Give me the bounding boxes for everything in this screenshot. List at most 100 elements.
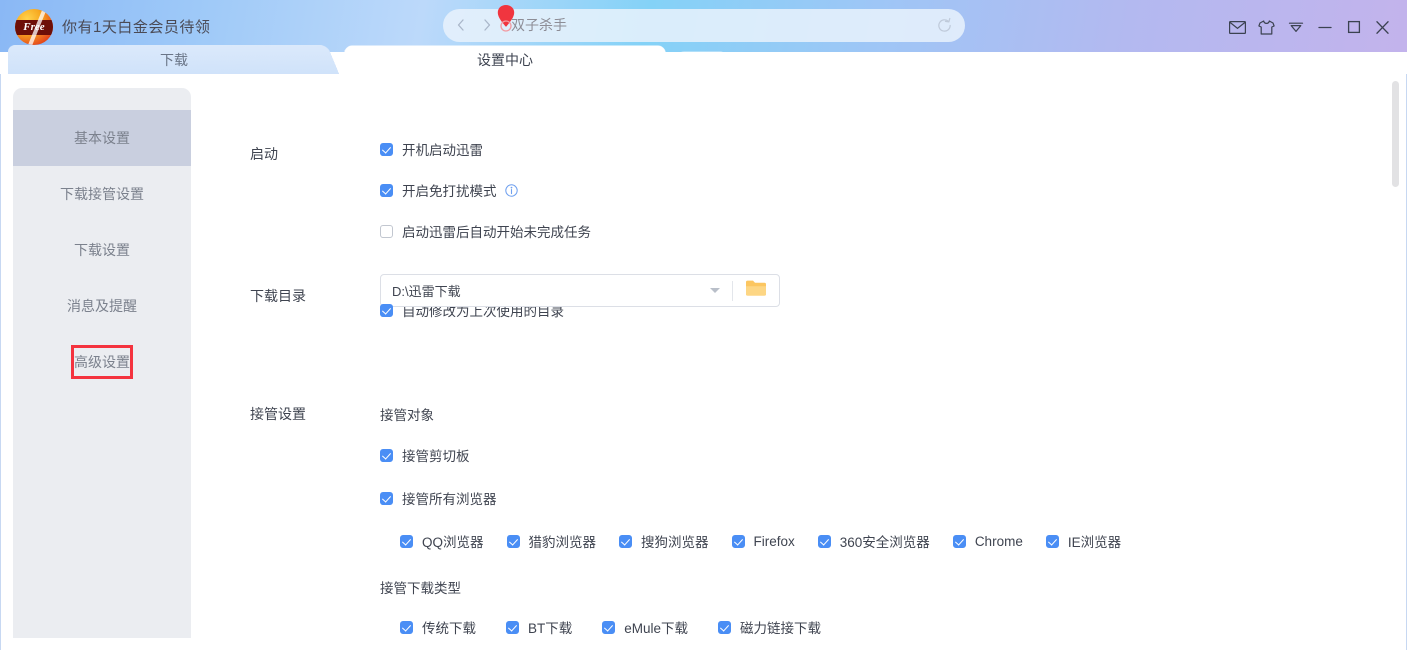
checkbox-type-traditional-label: 传统下载 bbox=[422, 617, 476, 637]
checkbox-browser-sogou[interactable]: 搜狗浏览器 bbox=[619, 531, 709, 551]
settings-form: 启动 开机启动迅雷 开启免打扰模式 启动 bbox=[201, 74, 1384, 650]
checkbox-type-bt-label: BT下载 bbox=[528, 617, 572, 637]
section-download-dir-label: 下载目录 bbox=[250, 286, 306, 306]
checkbox-type-emule-box[interactable] bbox=[602, 621, 615, 634]
maximize-button[interactable] bbox=[1339, 14, 1368, 40]
checkbox-type-emule-label: eMule下载 bbox=[624, 617, 688, 637]
download-type-row: 传统下载 BT下载 eMule下载 磁力链接下载 bbox=[400, 617, 1121, 637]
checkbox-browser-chrome-box[interactable] bbox=[953, 535, 966, 548]
checkbox-browser-360[interactable]: 360安全浏览器 bbox=[818, 531, 930, 551]
checkbox-browser-liebao[interactable]: 猎豹浏览器 bbox=[507, 531, 597, 551]
download-path-value: D:\迅雷下载 bbox=[381, 281, 710, 300]
tab-bar: 下载 设置中心 bbox=[0, 44, 1407, 76]
tab-settings-label: 设置中心 bbox=[477, 52, 533, 68]
checkbox-resume-unfinished[interactable]: 启动迅雷后自动开始未完成任务 bbox=[380, 221, 591, 241]
checkbox-type-magnet-label: 磁力链接下载 bbox=[740, 617, 821, 637]
checkbox-browser-360-label: 360安全浏览器 bbox=[840, 531, 930, 551]
checkbox-browser-firefox[interactable]: Firefox bbox=[732, 534, 795, 549]
checkbox-browser-ie-label: IE浏览器 bbox=[1068, 531, 1121, 551]
sidebar-item-download-takeover-label: 下载接管设置 bbox=[60, 186, 144, 202]
browser-checkbox-row: QQ浏览器 猎豹浏览器 搜狗浏览器 Firefox bbox=[400, 531, 1121, 551]
checkbox-type-bt[interactable]: BT下载 bbox=[506, 617, 572, 637]
checkbox-type-bt-box[interactable] bbox=[506, 621, 519, 634]
search-bar[interactable]: 双子杀手 bbox=[443, 9, 965, 42]
chevron-down-menu-icon[interactable] bbox=[1281, 14, 1310, 40]
startup-options: 开机启动迅雷 开启免打扰模式 启动迅雷后自动开始未完成任务 bbox=[380, 139, 591, 241]
checkbox-browser-liebao-box[interactable] bbox=[507, 535, 520, 548]
close-button[interactable] bbox=[1368, 14, 1397, 40]
checkbox-browser-chrome-label: Chrome bbox=[975, 534, 1023, 549]
mail-icon[interactable] bbox=[1223, 14, 1252, 40]
section-startup-label: 启动 bbox=[250, 144, 278, 164]
takeover-object-heading: 接管对象 bbox=[380, 404, 1121, 424]
checkbox-type-magnet-box[interactable] bbox=[718, 621, 731, 634]
promo-banner-text[interactable]: 你有1天白金会员待领 bbox=[62, 16, 210, 37]
checkbox-takeover-clipboard-label: 接管剪切板 bbox=[402, 445, 470, 465]
checkbox-browser-sogou-label: 搜狗浏览器 bbox=[641, 531, 709, 551]
chevron-left-icon[interactable] bbox=[453, 17, 469, 33]
checkbox-type-traditional-box[interactable] bbox=[400, 621, 413, 634]
checkbox-type-emule[interactable]: eMule下载 bbox=[602, 617, 688, 637]
info-icon[interactable] bbox=[505, 184, 518, 197]
checkbox-takeover-clipboard[interactable]: 接管剪切板 bbox=[380, 445, 1121, 465]
sidebar-item-advanced[interactable]: 高级设置 bbox=[13, 334, 191, 390]
highlight-box bbox=[71, 345, 133, 379]
tab-download-label: 下载 bbox=[160, 52, 188, 68]
settings-sidebar: 基本设置 下载接管设置 下载设置 消息及提醒 高级设置 bbox=[13, 88, 191, 638]
tab-settings[interactable]: 设置中心 bbox=[339, 44, 671, 76]
scrollbar-track[interactable] bbox=[1391, 75, 1404, 649]
checkbox-browser-qq-label: QQ浏览器 bbox=[422, 531, 484, 551]
checkbox-resume-unfinished-box[interactable] bbox=[380, 225, 393, 238]
checkbox-browser-qq[interactable]: QQ浏览器 bbox=[400, 531, 484, 551]
checkbox-type-traditional[interactable]: 传统下载 bbox=[400, 617, 476, 637]
checkbox-browser-qq-box[interactable] bbox=[400, 535, 413, 548]
takeover-type-heading: 接管下载类型 bbox=[380, 577, 1121, 597]
checkbox-resume-unfinished-label: 启动迅雷后自动开始未完成任务 bbox=[402, 221, 591, 241]
minimize-button[interactable] bbox=[1310, 14, 1339, 40]
chevron-right-icon[interactable] bbox=[479, 17, 495, 33]
download-path-select[interactable]: D:\迅雷下载 bbox=[380, 274, 780, 307]
xunlei-settings-window: Free 你有1天白金会员待领 双子杀手 bbox=[0, 0, 1407, 650]
checkbox-do-not-disturb-box[interactable] bbox=[380, 184, 393, 197]
checkbox-type-magnet[interactable]: 磁力链接下载 bbox=[718, 617, 821, 637]
checkbox-browser-ie[interactable]: IE浏览器 bbox=[1046, 531, 1121, 551]
sidebar-item-messages-label: 消息及提醒 bbox=[67, 298, 137, 314]
checkbox-remember-last-dir-box[interactable] bbox=[380, 304, 393, 317]
checkbox-takeover-all-browsers-box[interactable] bbox=[380, 492, 393, 505]
sidebar-item-basic[interactable]: 基本设置 bbox=[13, 110, 191, 166]
tab-download[interactable]: 下载 bbox=[8, 44, 340, 76]
sidebar-item-download-label: 下载设置 bbox=[74, 242, 130, 258]
checkbox-browser-firefox-box[interactable] bbox=[732, 535, 745, 548]
scrollbar-thumb[interactable] bbox=[1392, 81, 1399, 187]
checkbox-browser-360-box[interactable] bbox=[818, 535, 831, 548]
app-logo: Free bbox=[15, 9, 53, 45]
checkbox-start-on-boot-label: 开机启动迅雷 bbox=[402, 139, 483, 159]
folder-icon[interactable] bbox=[745, 279, 769, 302]
section-takeover-label: 接管设置 bbox=[250, 404, 306, 424]
checkbox-browser-sogou-box[interactable] bbox=[619, 535, 632, 548]
checkbox-browser-firefox-label: Firefox bbox=[754, 534, 795, 549]
refresh-icon[interactable] bbox=[936, 17, 953, 34]
checkbox-browser-chrome[interactable]: Chrome bbox=[953, 534, 1023, 549]
checkbox-browser-liebao-label: 猎豹浏览器 bbox=[529, 531, 597, 551]
divider bbox=[732, 281, 733, 301]
chevron-down-icon[interactable] bbox=[710, 288, 720, 293]
sidebar-item-download[interactable]: 下载设置 bbox=[13, 222, 191, 278]
checkbox-do-not-disturb-label: 开启免打扰模式 bbox=[402, 180, 497, 200]
download-dir-group: D:\迅雷下载 自动修改为上次使用的目录 bbox=[380, 274, 564, 320]
settings-content: 基本设置 下载接管设置 下载设置 消息及提醒 高级设置 启动 bbox=[0, 74, 1407, 650]
skin-icon[interactable] bbox=[1252, 14, 1281, 40]
sidebar-item-basic-label: 基本设置 bbox=[74, 130, 130, 146]
search-input[interactable]: 双子杀手 bbox=[511, 16, 567, 35]
new-tab-button[interactable] bbox=[673, 51, 725, 76]
checkbox-do-not-disturb[interactable]: 开启免打扰模式 bbox=[380, 180, 591, 200]
takeover-group: 接管对象 接管剪切板 接管所有浏览器 QQ浏览器 bbox=[380, 404, 1121, 650]
window-controls bbox=[1223, 14, 1397, 40]
sidebar-item-download-takeover[interactable]: 下载接管设置 bbox=[13, 166, 191, 222]
checkbox-start-on-boot-box[interactable] bbox=[380, 143, 393, 156]
checkbox-browser-ie-box[interactable] bbox=[1046, 535, 1059, 548]
sidebar-item-messages[interactable]: 消息及提醒 bbox=[13, 278, 191, 334]
checkbox-takeover-clipboard-box[interactable] bbox=[380, 449, 393, 462]
checkbox-start-on-boot[interactable]: 开机启动迅雷 bbox=[380, 139, 591, 159]
checkbox-takeover-all-browsers[interactable]: 接管所有浏览器 bbox=[380, 488, 1121, 508]
